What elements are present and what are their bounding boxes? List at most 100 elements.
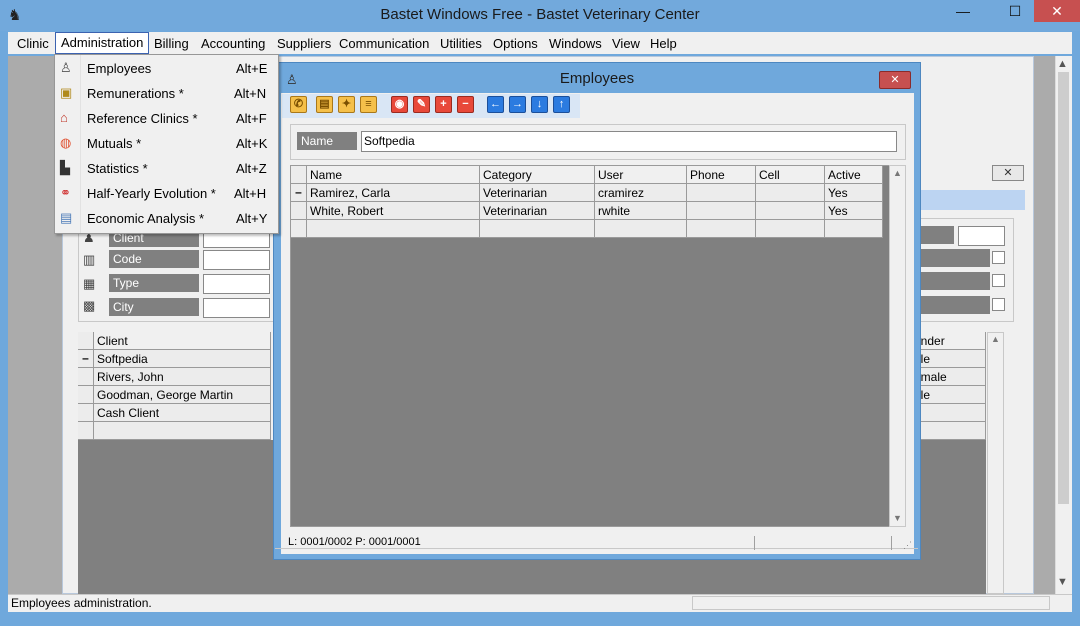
employee-cell-phone[interactable] xyxy=(687,184,756,202)
menuitem-economic-analysis-label[interactable]: Economic Analysis * xyxy=(87,211,204,226)
phone-icon[interactable]: ✆ xyxy=(290,96,307,113)
right-checkbox-3[interactable] xyxy=(992,298,1005,311)
employee-cell-active[interactable]: Yes xyxy=(825,202,883,220)
settings-icon[interactable]: ✦ xyxy=(338,96,355,113)
menuitem-mutuals-label[interactable]: Mutuals * xyxy=(87,136,141,151)
employee-cell-name[interactable]: White, Robert xyxy=(307,202,480,220)
name-search-input[interactable]: Softpedia xyxy=(361,131,897,152)
add-icon[interactable]: + xyxy=(435,96,452,113)
clients-row-name[interactable]: Rivers, John xyxy=(94,368,271,386)
menuitem-reference-clinics-label[interactable]: Reference Clinics * xyxy=(87,111,198,126)
statistics-icon: ▙ xyxy=(60,160,70,175)
employee-cell-empty[interactable] xyxy=(687,220,756,238)
right-field-input[interactable] xyxy=(958,226,1005,246)
lifebuoy-icon: ◍ xyxy=(60,135,72,150)
employee-cell-category[interactable]: Veterinarian xyxy=(480,202,595,220)
clients-row-marker[interactable] xyxy=(78,422,94,440)
menu-options[interactable]: Options xyxy=(488,33,543,55)
window-title: Bastet Windows Free - Bastet Veterinary … xyxy=(380,6,700,23)
employee-cell-empty[interactable] xyxy=(825,220,883,238)
employees-grid-scrollbar[interactable] xyxy=(889,165,906,527)
clients-row-marker[interactable] xyxy=(78,386,94,404)
column-header-cell[interactable]: Cell xyxy=(756,166,825,184)
edit-icon[interactable]: ✎ xyxy=(413,96,430,113)
menuitem-employees-shortcut: Alt+E xyxy=(236,61,268,76)
scroll-down-icon[interactable]: ▼ xyxy=(1057,576,1068,588)
right-checkbox-1[interactable] xyxy=(992,251,1005,264)
clients-grid-header-client[interactable]: Client xyxy=(94,332,271,350)
city-icon: ▩ xyxy=(83,298,96,313)
menu-accounting[interactable]: Accounting xyxy=(196,33,270,55)
right-checkbox-2[interactable] xyxy=(992,274,1005,287)
menu-view[interactable]: View xyxy=(607,33,645,55)
grid-scroll-up-icon[interactable]: ▲ xyxy=(893,168,902,178)
remove-icon[interactable]: − xyxy=(457,96,474,113)
menu-administration[interactable]: Administration xyxy=(55,32,150,54)
clients-close-button[interactable]: ✕ xyxy=(992,165,1024,181)
maximize-button[interactable]: ☐ xyxy=(998,0,1032,22)
menuitem-remunerations-label[interactable]: Remunerations * xyxy=(87,86,184,101)
employee-row-marker[interactable] xyxy=(291,202,307,220)
clients-scroll-up-icon[interactable]: ▲ xyxy=(991,334,1000,344)
employee-cell-category[interactable]: Veterinarian xyxy=(480,184,595,202)
name-field-label: Name xyxy=(297,132,357,150)
menu-clinic[interactable]: Clinic xyxy=(12,33,54,55)
employees-close-button[interactable]: ✕ xyxy=(879,71,911,89)
grid-scroll-down-icon[interactable]: ▼ xyxy=(893,513,902,523)
clients-row-marker[interactable] xyxy=(78,404,94,422)
resize-grip-icon[interactable]: ⋰ xyxy=(903,540,912,551)
arrow-left-icon[interactable]: ← xyxy=(487,96,504,113)
column-header-user[interactable]: User xyxy=(595,166,687,184)
clients-row-empty[interactable] xyxy=(94,422,271,440)
employee-cell-user[interactable]: cramirez xyxy=(595,184,687,202)
close-button[interactable]: ✕ xyxy=(1034,0,1080,22)
analysis-chart-icon: ▤ xyxy=(60,210,73,225)
clients-row-name[interactable]: Goodman, George Martin xyxy=(94,386,271,404)
clients-row-marker[interactable]: – xyxy=(78,350,94,368)
arrow-right-icon[interactable]: → xyxy=(509,96,526,113)
employee-cell-cell[interactable] xyxy=(756,202,825,220)
type-field-input[interactable] xyxy=(203,274,270,294)
employee-cell-empty[interactable] xyxy=(480,220,595,238)
menu-billing[interactable]: Billing xyxy=(149,33,194,55)
notes-icon[interactable]: ≡ xyxy=(360,96,377,113)
employee-cell-user[interactable]: rwhite xyxy=(595,202,687,220)
arrow-up-icon[interactable]: ↑ xyxy=(553,96,570,113)
column-header-category[interactable]: Category xyxy=(480,166,595,184)
menuitem-statistics-label[interactable]: Statistics * xyxy=(87,161,148,176)
employee-cell-empty[interactable] xyxy=(756,220,825,238)
menu-communication[interactable]: Communication xyxy=(334,33,434,55)
column-header-name[interactable]: Name xyxy=(307,166,480,184)
scroll-up-icon[interactable]: ▲ xyxy=(1057,58,1068,70)
clients-row-name[interactable]: Cash Client xyxy=(94,404,271,422)
clients-row-marker[interactable] xyxy=(78,368,94,386)
menu-help[interactable]: Help xyxy=(645,33,682,55)
city-field-input[interactable] xyxy=(203,298,270,318)
employee-cell-empty[interactable] xyxy=(595,220,687,238)
view-icon[interactable]: ◉ xyxy=(391,96,408,113)
menuitem-employees-label[interactable]: Employees xyxy=(87,61,151,76)
arrow-down-icon[interactable]: ↓ xyxy=(531,96,548,113)
clients-row-name[interactable]: Softpedia xyxy=(94,350,271,368)
clients-grid-scrollbar[interactable] xyxy=(987,332,1004,594)
column-header-active[interactable]: Active xyxy=(825,166,883,184)
employee-cell-phone[interactable] xyxy=(687,202,756,220)
minimize-button[interactable]: — xyxy=(946,0,980,22)
employee-cell-cell[interactable] xyxy=(756,184,825,202)
inbox-icon[interactable]: ▤ xyxy=(316,96,333,113)
employee-row-marker[interactable] xyxy=(291,220,307,238)
employee-cell-active[interactable]: Yes xyxy=(825,184,883,202)
menuitem-half-yearly-evolution-label[interactable]: Half-Yearly Evolution * xyxy=(87,186,216,201)
column-header-phone[interactable]: Phone xyxy=(687,166,756,184)
employees-window-title: Employees xyxy=(559,70,635,87)
menu-suppliers[interactable]: Suppliers xyxy=(272,33,336,55)
employee-cell-name[interactable]: Ramirez, Carla xyxy=(307,184,480,202)
menu-windows[interactable]: Windows xyxy=(544,33,607,55)
menu-utilities[interactable]: Utilities xyxy=(435,33,487,55)
employee-cell-empty[interactable] xyxy=(307,220,480,238)
employees-grid-corner xyxy=(291,166,307,184)
menuitem-economic-analysis-shortcut: Alt+Y xyxy=(236,211,268,226)
code-field-input[interactable] xyxy=(203,250,270,270)
employee-row-marker[interactable]: – xyxy=(291,184,307,202)
scrollbar-thumb[interactable] xyxy=(1058,72,1069,504)
